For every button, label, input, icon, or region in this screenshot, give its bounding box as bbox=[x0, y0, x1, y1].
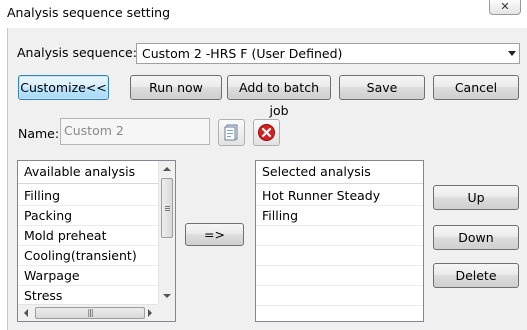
move-down-button[interactable]: Down bbox=[433, 225, 519, 250]
available-analysis-header: Available analysis bbox=[18, 161, 159, 184]
sequence-selected-value: Custom 2 -HRS F (User Defined) bbox=[142, 46, 343, 61]
delete-x-icon bbox=[258, 124, 275, 141]
selected-analysis-list[interactable]: Selected analysis Hot Runner Steady Fill… bbox=[255, 160, 424, 322]
available-horizontal-scrollbar[interactable]: ||| bbox=[18, 304, 158, 321]
add-to-selected-button[interactable]: => bbox=[185, 223, 244, 246]
cancel-button[interactable]: Cancel bbox=[433, 75, 519, 100]
list-empty-row bbox=[256, 286, 423, 306]
edit-name-button[interactable] bbox=[218, 119, 245, 146]
window-title: Analysis sequence setting bbox=[7, 5, 171, 20]
list-empty-row bbox=[256, 266, 423, 286]
available-item-packing[interactable]: Packing bbox=[18, 206, 159, 226]
selected-analysis-header: Selected analysis bbox=[256, 161, 423, 184]
scroll-down-arrow-icon[interactable] bbox=[163, 294, 171, 298]
available-item-cooling-transient[interactable]: Cooling(transient) bbox=[18, 246, 159, 266]
available-item-mold-preheat[interactable]: Mold preheat bbox=[18, 226, 159, 246]
delete-name-button[interactable] bbox=[253, 119, 280, 146]
selected-item-filling[interactable]: Filling bbox=[256, 206, 423, 226]
scroll-up-arrow-icon[interactable] bbox=[163, 167, 171, 171]
close-icon[interactable]: ✕ bbox=[489, 0, 521, 15]
vertical-scroll-thumb[interactable] bbox=[161, 178, 173, 238]
selected-item-hot-runner-steady[interactable]: Hot Runner Steady bbox=[256, 186, 423, 206]
available-vertical-scrollbar[interactable] bbox=[158, 161, 175, 304]
available-item-stress[interactable]: Stress bbox=[18, 286, 159, 306]
customize-button[interactable]: Customize<< bbox=[18, 75, 109, 100]
title-bar: Analysis sequence setting ✕ bbox=[0, 0, 527, 28]
scroll-left-arrow-icon[interactable] bbox=[24, 309, 28, 317]
delete-button[interactable]: Delete bbox=[433, 263, 519, 288]
sequence-dropdown[interactable]: Custom 2 -HRS F (User Defined) bbox=[136, 43, 520, 64]
sequence-label: Analysis sequence: bbox=[17, 45, 137, 60]
available-item-warpage[interactable]: Warpage bbox=[18, 266, 159, 286]
chevron-down-icon[interactable] bbox=[508, 51, 516, 56]
available-item-filling[interactable]: Filling bbox=[18, 186, 159, 206]
name-label: Name: bbox=[18, 126, 60, 141]
move-up-button[interactable]: Up bbox=[433, 185, 519, 210]
available-analysis-list[interactable]: Available analysis Filling Packing Mold … bbox=[17, 160, 176, 322]
horizontal-scroll-thumb[interactable]: ||| bbox=[35, 307, 145, 319]
scroll-right-arrow-icon[interactable] bbox=[148, 309, 152, 317]
document-edit-icon bbox=[224, 124, 238, 141]
list-empty-row bbox=[256, 246, 423, 266]
add-to-batch-job-button[interactable]: Add to batch job bbox=[227, 75, 331, 118]
name-field[interactable]: Custom 2 bbox=[60, 118, 210, 145]
list-empty-row bbox=[256, 226, 423, 246]
list-empty-row bbox=[256, 306, 423, 321]
run-now-button[interactable]: Run now bbox=[130, 75, 222, 100]
name-field-value: Custom 2 bbox=[64, 123, 124, 138]
save-button[interactable]: Save bbox=[339, 75, 425, 100]
